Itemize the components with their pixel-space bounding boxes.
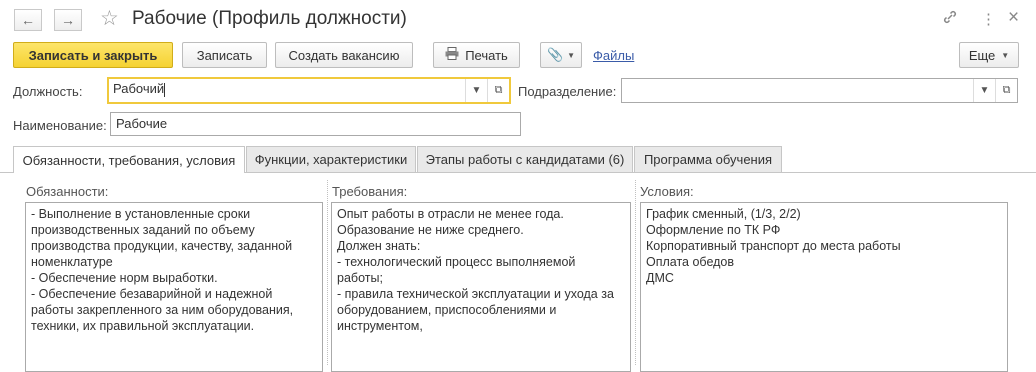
position-value: Рабочий [113, 81, 165, 96]
open-window-icon: ⧉ [1002, 84, 1011, 96]
conditions-textarea[interactable]: График сменный, (1/3, 2/2) Оформление по… [640, 202, 1008, 372]
print-button[interactable]: Печать [433, 42, 520, 68]
duties-label: Обязанности: [26, 184, 109, 199]
position-dropdown-button[interactable]: ▼ [465, 79, 487, 102]
window-title: Рабочие (Профиль должности) [132, 8, 407, 29]
more-vertical-icon[interactable]: ⋮ [981, 10, 996, 28]
chevron-down-icon: ▼ [979, 85, 990, 96]
column-separator [635, 180, 637, 365]
name-value: Рабочие [116, 116, 168, 131]
name-field[interactable]: Рабочие [110, 112, 521, 136]
position-field[interactable]: Рабочий ▼ ⧉ [107, 77, 511, 104]
open-window-icon: ⧉ [494, 84, 503, 96]
save-and-close-button[interactable]: Записать и закрыть [13, 42, 173, 68]
forward-button[interactable]: → [54, 9, 82, 31]
chevron-down-icon: ▼ [471, 85, 482, 96]
requirements-textarea[interactable]: Опыт работы в отрасли не менее года. Обр… [331, 202, 631, 372]
close-icon[interactable]: × [1008, 7, 1019, 29]
arrow-left-icon: ← [21, 12, 35, 28]
save-button[interactable]: Записать [182, 42, 267, 68]
back-button[interactable]: ← [14, 9, 42, 31]
column-separator [327, 180, 329, 365]
printer-icon [445, 47, 459, 63]
tab-candidate-stages[interactable]: Этапы работы с кандидатами (6) [417, 146, 633, 172]
create-vacancy-button[interactable]: Создать вакансию [275, 42, 413, 68]
attach-button[interactable]: 📎 ▼ [540, 42, 582, 68]
department-dropdown-button[interactable]: ▼ [973, 79, 995, 102]
tab-duties-requirements-conditions[interactable]: Обязанности, требования, условия [13, 146, 245, 173]
chevron-down-icon: ▼ [1001, 50, 1010, 60]
department-field[interactable]: ▼ ⧉ [621, 78, 1018, 103]
requirements-label: Требования: [332, 184, 408, 199]
paperclip-icon: 📎 [546, 47, 564, 62]
more-label: Еще [968, 47, 996, 63]
print-label: Печать [465, 47, 508, 63]
chevron-down-icon: ▼ [567, 50, 576, 60]
position-label: Должность: [13, 84, 83, 99]
more-button[interactable]: Еще ▼ [959, 42, 1019, 68]
department-open-button[interactable]: ⧉ [995, 79, 1017, 102]
files-link[interactable]: Файлы [593, 48, 634, 63]
arrow-right-icon: → [61, 12, 75, 28]
name-label: Наименование: [13, 118, 107, 133]
favorite-star-icon[interactable]: ☆ [100, 6, 119, 31]
duties-textarea[interactable]: - Выполнение в установленные сроки произ… [25, 202, 323, 372]
tab-functions-characteristics[interactable]: Функции, характеристики [246, 146, 416, 172]
department-label: Подразделение: [518, 84, 617, 99]
position-open-button[interactable]: ⧉ [487, 79, 509, 102]
tab-training-program[interactable]: Программа обучения [634, 146, 782, 172]
link-icon[interactable] [942, 9, 958, 29]
conditions-label: Условия: [640, 184, 694, 199]
